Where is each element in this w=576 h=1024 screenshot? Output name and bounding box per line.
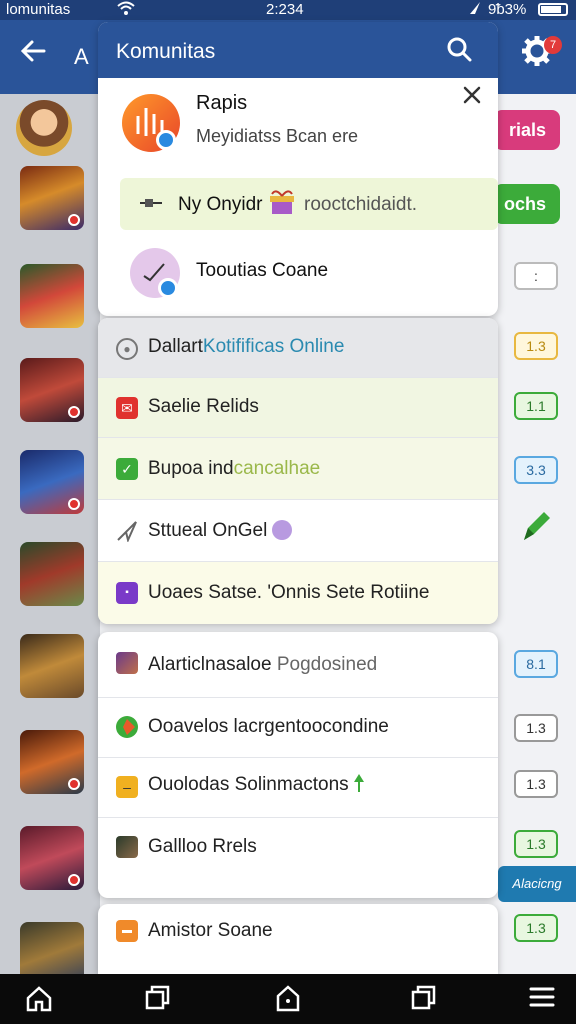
badge-dot [68,874,80,886]
count-pill: 1.3 [514,714,558,742]
count-pill: 1.3 [514,914,558,942]
square-icon: ▪ [116,582,138,604]
carrier-label: lomunitas [6,1,71,18]
community-sheet: Komunitas Rapis Meyidiatss Bcan ere Ny O… [98,22,498,316]
list-block: Alarticlnasaloe Pogdosined Ooavelos lacr… [98,632,498,898]
menu-item[interactable]: Sttueal OnGel [98,500,498,562]
thumb-icon [116,652,138,674]
menu-label: Dallart [148,336,203,357]
mail-icon: ✉ [116,397,138,419]
menu-item[interactable]: ✓ Bupoa indcancalhae [98,438,498,500]
battery-icon [538,3,568,16]
back-arrow-icon[interactable] [18,36,48,73]
game-avatar[interactable] [20,166,84,230]
count-pill: 1.1 [514,392,558,420]
check-icon: ✓ [116,458,138,480]
bottom-navigation [0,974,576,1024]
game-avatar[interactable] [20,450,84,514]
green-action-button[interactable]: ochs [494,184,560,224]
home-icon[interactable] [24,984,54,1020]
clock-icon: ● [116,338,138,360]
thumb-icon [116,836,138,858]
list-item[interactable]: ▬ Amistor Soane [98,904,498,964]
list-item[interactable]: Ooavelos lacrgentoocondine [98,698,498,758]
battery-text: 9ᵬ3% [488,1,527,18]
tag-label: Alacicng [498,866,576,902]
online-dot [158,278,178,298]
list-label: Gallloo Rrels [148,836,257,857]
folder-icon: – [116,776,138,798]
badge-dot [68,406,80,418]
count-pill: 3.3 [514,456,558,484]
clock: 2:234 [266,1,304,18]
list-item[interactable]: – Ouolodas Solinmactons [98,758,498,818]
count-pill: 1.3 [514,830,558,858]
folder-icon: ▬ [116,920,138,942]
list-label: Ooavelos lacrgentoocondine [148,716,389,737]
menu-item[interactable]: ▪ Uoaes Satse. 'Onnis Sete Rotiine [98,562,498,624]
menu-label: Sttueal OnGel [148,520,268,541]
search-icon[interactable] [446,36,472,69]
menu-label-accent: cancalhae [233,458,321,479]
status-bar: lomunitas 2:234 9ᵬ3% [0,0,576,20]
leaf-icon [116,716,138,738]
online-dot [156,130,176,150]
menu-item[interactable]: ● DallartKotifificas Online [98,318,498,378]
list-label: Alarticlnasaloe [148,654,272,675]
list-label: Ouolodas Solinmactons [148,774,349,795]
item-label: Tooutias Coane [196,260,329,281]
menu-label: Uoaes Satse. 'Onnis Sete Rotiine [148,582,430,603]
game-avatar[interactable] [16,100,72,156]
game-avatar[interactable] [20,358,84,422]
slider-icon [140,196,162,215]
menu-label: Bupoa ind [148,458,234,479]
badge-dot [68,778,80,790]
highlight-banner[interactable]: Ny Onyidr rooctchidaidt. [120,178,498,230]
list-label: Amistor Soane [148,920,273,941]
game-avatar[interactable] [20,826,84,890]
count-pill: 1.3 [514,770,558,798]
windows-icon[interactable] [144,984,172,1018]
pink-action-button[interactable]: rials [494,110,560,150]
item-avatar[interactable] [130,248,180,298]
sheet-header: Komunitas [98,22,498,78]
profile-subtitle: Meyidiatss Bcan ere [196,126,359,146]
count-pill: : [514,262,558,290]
badge-dot [68,498,80,510]
leaf-icon [352,772,366,800]
gift-icon [268,190,296,221]
status-dot-icon [272,520,292,540]
list-item[interactable]: Gallloo Rrels [98,818,498,882]
pen-icon[interactable] [518,508,552,549]
last-item-block: ▬ Amistor Soane [98,904,498,974]
center-home-icon[interactable] [274,984,302,1020]
menu-item[interactable]: ✉ Saelie Relids [98,378,498,438]
banner-text: Ny Onyidr [178,194,263,215]
location-icon [468,0,482,20]
game-avatar[interactable] [20,264,84,328]
badge-dot [68,214,80,226]
profile-name: Rapis [196,92,248,114]
notification-badge: 7 [544,36,562,54]
banner-text-secondary: rooctchidaidt. [304,194,418,215]
recent-apps-icon[interactable] [410,984,438,1018]
wifi-icon [116,0,136,21]
count-pill: 1.3 [514,332,558,360]
count-pill: 8.1 [514,650,558,678]
list-label-accent: Pogdosined [276,654,378,675]
sheet-title: Komunitas [116,40,216,63]
send-icon [116,520,138,544]
game-avatar[interactable] [20,730,84,794]
menu-block: ● DallartKotifificas Online ✉ Saelie Rel… [98,318,498,624]
close-icon[interactable] [462,84,482,112]
game-avatar[interactable] [20,542,84,606]
list-item[interactable]: Alarticlnasaloe Pogdosined [98,632,498,698]
menu-icon[interactable] [528,984,556,1016]
menu-label-accent: Kotifificas Online [202,336,345,357]
profile-avatar[interactable] [122,94,180,152]
game-avatar[interactable] [20,634,84,698]
menu-label: Saelie Relids [148,396,259,417]
app-title-fragment: A [74,44,89,69]
